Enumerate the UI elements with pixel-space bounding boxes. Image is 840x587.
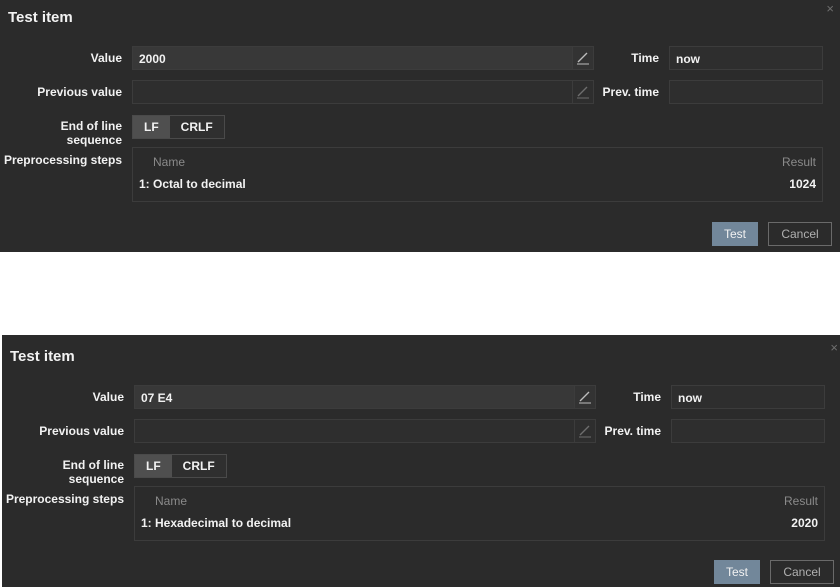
prev-time-input[interactable] (671, 419, 825, 443)
time-input[interactable]: now (669, 46, 823, 70)
test-item-dialog-1: Test item × Value 2000 Time now Previous… (0, 0, 840, 252)
eol-label: End of line sequence (62, 458, 124, 486)
edit-pencil-icon[interactable] (574, 385, 596, 409)
column-name-header: Name (155, 494, 188, 508)
close-icon[interactable]: × (826, 1, 834, 16)
step-name: 1: Octal to decimal (139, 177, 246, 191)
cancel-button[interactable]: Cancel (770, 560, 834, 584)
test-button[interactable]: Test (712, 222, 758, 246)
edit-pencil-icon[interactable] (574, 419, 596, 443)
value-input[interactable]: 2000 (132, 46, 573, 70)
column-result-header: Result (781, 155, 816, 169)
previous-value-input[interactable] (132, 80, 573, 104)
edit-pencil-icon[interactable] (572, 46, 594, 70)
previous-value-label: Previous value (39, 424, 124, 438)
eol-option-lf[interactable]: LF (135, 455, 172, 477)
eol-option-lf[interactable]: LF (133, 116, 170, 138)
time-label: Time (633, 390, 661, 404)
test-button[interactable]: Test (714, 560, 760, 584)
previous-value-input[interactable] (134, 419, 575, 443)
value-label: Value (90, 51, 122, 65)
cancel-button[interactable]: Cancel (768, 222, 832, 246)
column-result-header: Result (783, 494, 818, 508)
time-label: Time (631, 51, 659, 65)
value-label: Value (92, 390, 124, 404)
eol-option-crlf[interactable]: CRLF (169, 116, 224, 138)
prev-time-label: Prev. time (602, 85, 659, 99)
preprocessing-label: Preprocessing steps (3, 153, 122, 167)
preprocessing-table: Name Result 1: Hexadecimal to decimal 20… (134, 486, 825, 541)
value-input[interactable]: 07 E4 (134, 385, 575, 409)
step-result: 2020 (791, 516, 818, 530)
edit-pencil-icon[interactable] (572, 80, 594, 104)
prev-time-input[interactable] (669, 80, 823, 104)
preprocessing-label: Preprocessing steps (5, 492, 124, 506)
dialog-title: Test item (8, 9, 73, 26)
previous-value-label: Previous value (37, 85, 122, 99)
close-icon[interactable]: × (830, 340, 838, 355)
eol-option-crlf[interactable]: CRLF (171, 455, 226, 477)
dialog-title: Test item (10, 348, 75, 365)
step-result: 1024 (789, 177, 816, 191)
preprocessing-table: Name Result 1: Octal to decimal 1024 (132, 147, 823, 202)
prev-time-label: Prev. time (604, 424, 661, 438)
test-item-dialog-2: Test item × Value 07 E4 Time now Previou… (2, 335, 840, 587)
eol-toggle: LF CRLF (132, 115, 225, 139)
eol-toggle: LF CRLF (134, 454, 227, 478)
eol-label: End of line sequence (60, 119, 122, 147)
column-name-header: Name (153, 155, 186, 169)
step-name: 1: Hexadecimal to decimal (141, 516, 292, 530)
time-input[interactable]: now (671, 385, 825, 409)
